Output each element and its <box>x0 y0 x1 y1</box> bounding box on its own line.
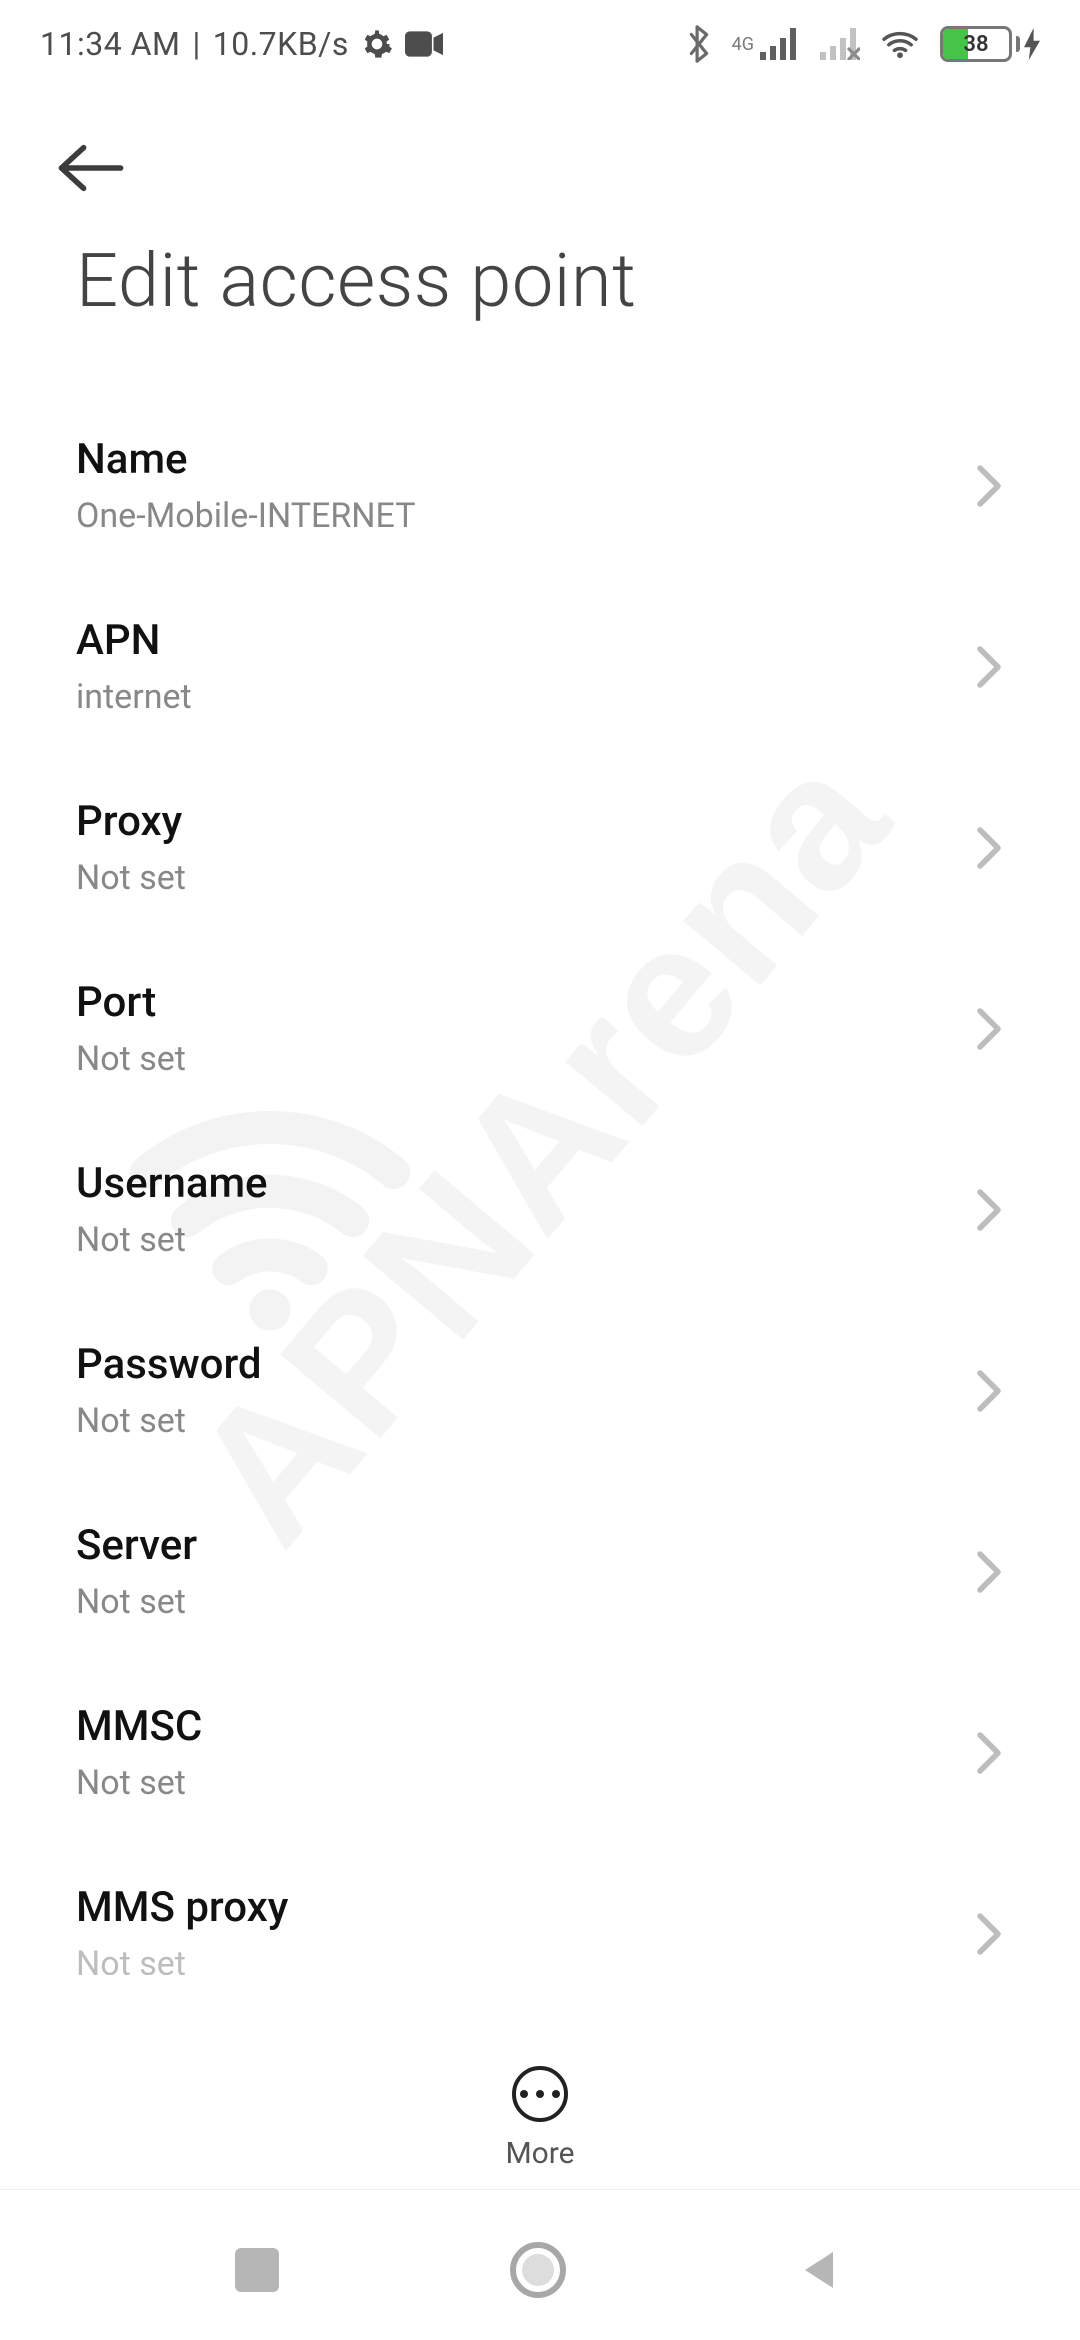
chevron-right-icon <box>976 1912 1004 1956</box>
back-button[interactable] <box>54 142 128 194</box>
signal-bars-2-icon <box>820 28 860 60</box>
row-label: APN <box>76 616 976 665</box>
page-title: Edit access point <box>0 238 1080 395</box>
chevron-right-icon <box>976 1188 1004 1232</box>
settings-list: Name One-Mobile-INTERNET APN internet Pr… <box>0 395 1080 2024</box>
signal-bars-1-icon <box>760 28 800 60</box>
battery-percent: 38 <box>963 32 988 57</box>
more-button[interactable] <box>512 2066 568 2122</box>
nav-recents-button[interactable] <box>235 2248 279 2292</box>
row-value: One-Mobile-INTERNET <box>76 496 976 536</box>
row-name[interactable]: Name One-Mobile-INTERNET <box>0 395 1080 576</box>
row-username[interactable]: Username Not set <box>0 1119 1080 1300</box>
row-value: Not set <box>76 1582 976 1622</box>
row-value: Not set <box>76 1401 976 1441</box>
row-value: Not set <box>76 1944 976 1984</box>
row-port[interactable]: Port Not set <box>0 938 1080 1119</box>
video-icon <box>405 31 443 57</box>
row-mmsc[interactable]: MMSC Not set <box>0 1662 1080 1843</box>
status-4g-text: 4G <box>732 34 754 55</box>
chevron-right-icon <box>976 1007 1004 1051</box>
row-apn[interactable]: APN internet <box>0 576 1080 757</box>
row-value: internet <box>76 677 976 717</box>
chevron-right-icon <box>976 1369 1004 1413</box>
nav-back-button[interactable] <box>797 2246 845 2294</box>
row-label: Username <box>76 1159 976 1208</box>
row-value: Not set <box>76 1763 976 1803</box>
status-bar: 11:34 AM | 10.7KB/s 4G 38 <box>0 0 1080 88</box>
row-value: Not set <box>76 1220 976 1260</box>
gear-icon <box>361 28 393 60</box>
phone-frame: { "status": { "time": "11:34 AM", "netwo… <box>0 0 1080 2340</box>
chevron-right-icon <box>976 826 1004 870</box>
row-password[interactable]: Password Not set <box>0 1300 1080 1481</box>
row-label: Proxy <box>76 797 976 846</box>
more-label: More <box>505 2136 574 2171</box>
footer-bar: More <box>0 2066 1080 2190</box>
row-label: Server <box>76 1521 976 1570</box>
chevron-right-icon <box>976 1731 1004 1775</box>
status-sep: | <box>192 25 200 63</box>
row-value: Not set <box>76 858 976 898</box>
row-proxy[interactable]: Proxy Not set <box>0 757 1080 938</box>
nav-home-button[interactable] <box>510 2242 566 2298</box>
row-label: MMSC <box>76 1702 976 1751</box>
status-time: 11:34 AM <box>40 25 180 63</box>
row-label: Password <box>76 1340 976 1389</box>
row-label: MMS proxy <box>76 1883 976 1932</box>
bluetooth-icon <box>686 25 712 63</box>
chevron-right-icon <box>976 645 1004 689</box>
status-left: 11:34 AM | 10.7KB/s <box>40 25 443 63</box>
battery-indicator: 38 <box>940 26 1040 62</box>
row-label: Port <box>76 978 976 1027</box>
chevron-right-icon <box>976 1550 1004 1594</box>
nav-bar <box>0 2200 1080 2340</box>
charging-icon <box>1024 27 1040 61</box>
row-label: Name <box>76 435 976 484</box>
status-right: 4G 38 <box>686 25 1040 63</box>
row-mms-proxy[interactable]: MMS proxy Not set <box>0 1843 1080 2024</box>
status-network-rate: 10.7KB/s <box>213 25 349 63</box>
row-server[interactable]: Server Not set <box>0 1481 1080 1662</box>
wifi-icon <box>880 28 920 60</box>
chevron-right-icon <box>976 464 1004 508</box>
row-value: Not set <box>76 1039 976 1079</box>
